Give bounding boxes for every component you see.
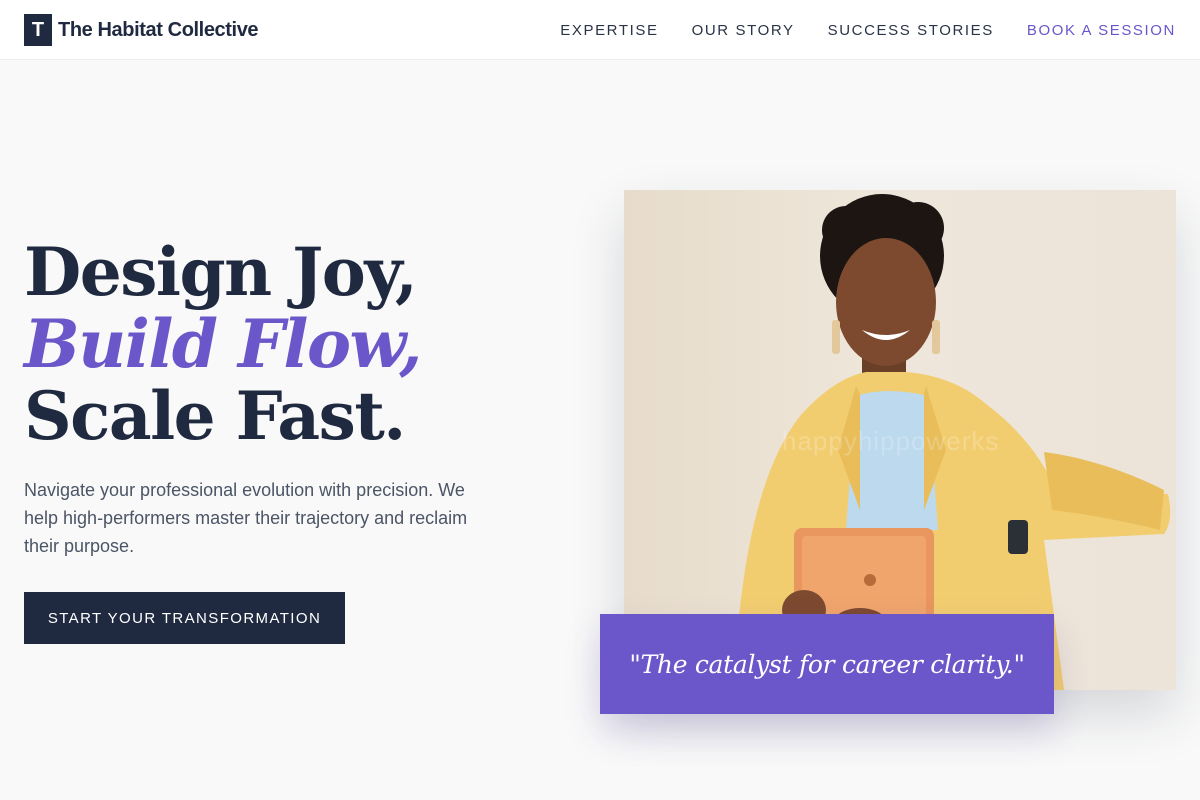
headline-line-1: Design Joy, — [24, 233, 418, 311]
testimonial-quote: "The catalyst for career clarity." — [629, 649, 1025, 679]
site-header: T The Habitat Collective EXPERTISE OUR S… — [0, 0, 1200, 60]
nav-item-success-stories[interactable]: SUCCESS STORIES — [828, 22, 994, 39]
nav-item-our-story[interactable]: OUR STORY — [692, 22, 795, 39]
brand-logo[interactable]: T The Habitat Collective — [24, 14, 259, 46]
start-transformation-button[interactable]: START YOUR TRANSFORMATION — [24, 592, 345, 644]
brand-mark-icon: T — [24, 14, 52, 46]
main-nav: EXPERTISE OUR STORY SUCCESS STORIES BOOK… — [527, 0, 1176, 60]
brand-name: The Habitat Collective — [58, 18, 259, 41]
hero-description: Navigate your professional evolution wit… — [24, 480, 468, 556]
headline-line-3: Scale Fast. — [24, 377, 406, 455]
headline-line-2: Build Flow, — [24, 305, 422, 383]
nav-book-session-link[interactable]: BOOK A SESSION — [1027, 22, 1176, 39]
hero-headline: Design Joy, Build Flow, Scale Fast. — [24, 236, 544, 452]
image-watermark: happyhippowerks — [782, 426, 1000, 456]
nav-item-expertise[interactable]: EXPERTISE — [560, 22, 658, 39]
testimonial-card: "The catalyst for career clarity." — [600, 614, 1054, 714]
